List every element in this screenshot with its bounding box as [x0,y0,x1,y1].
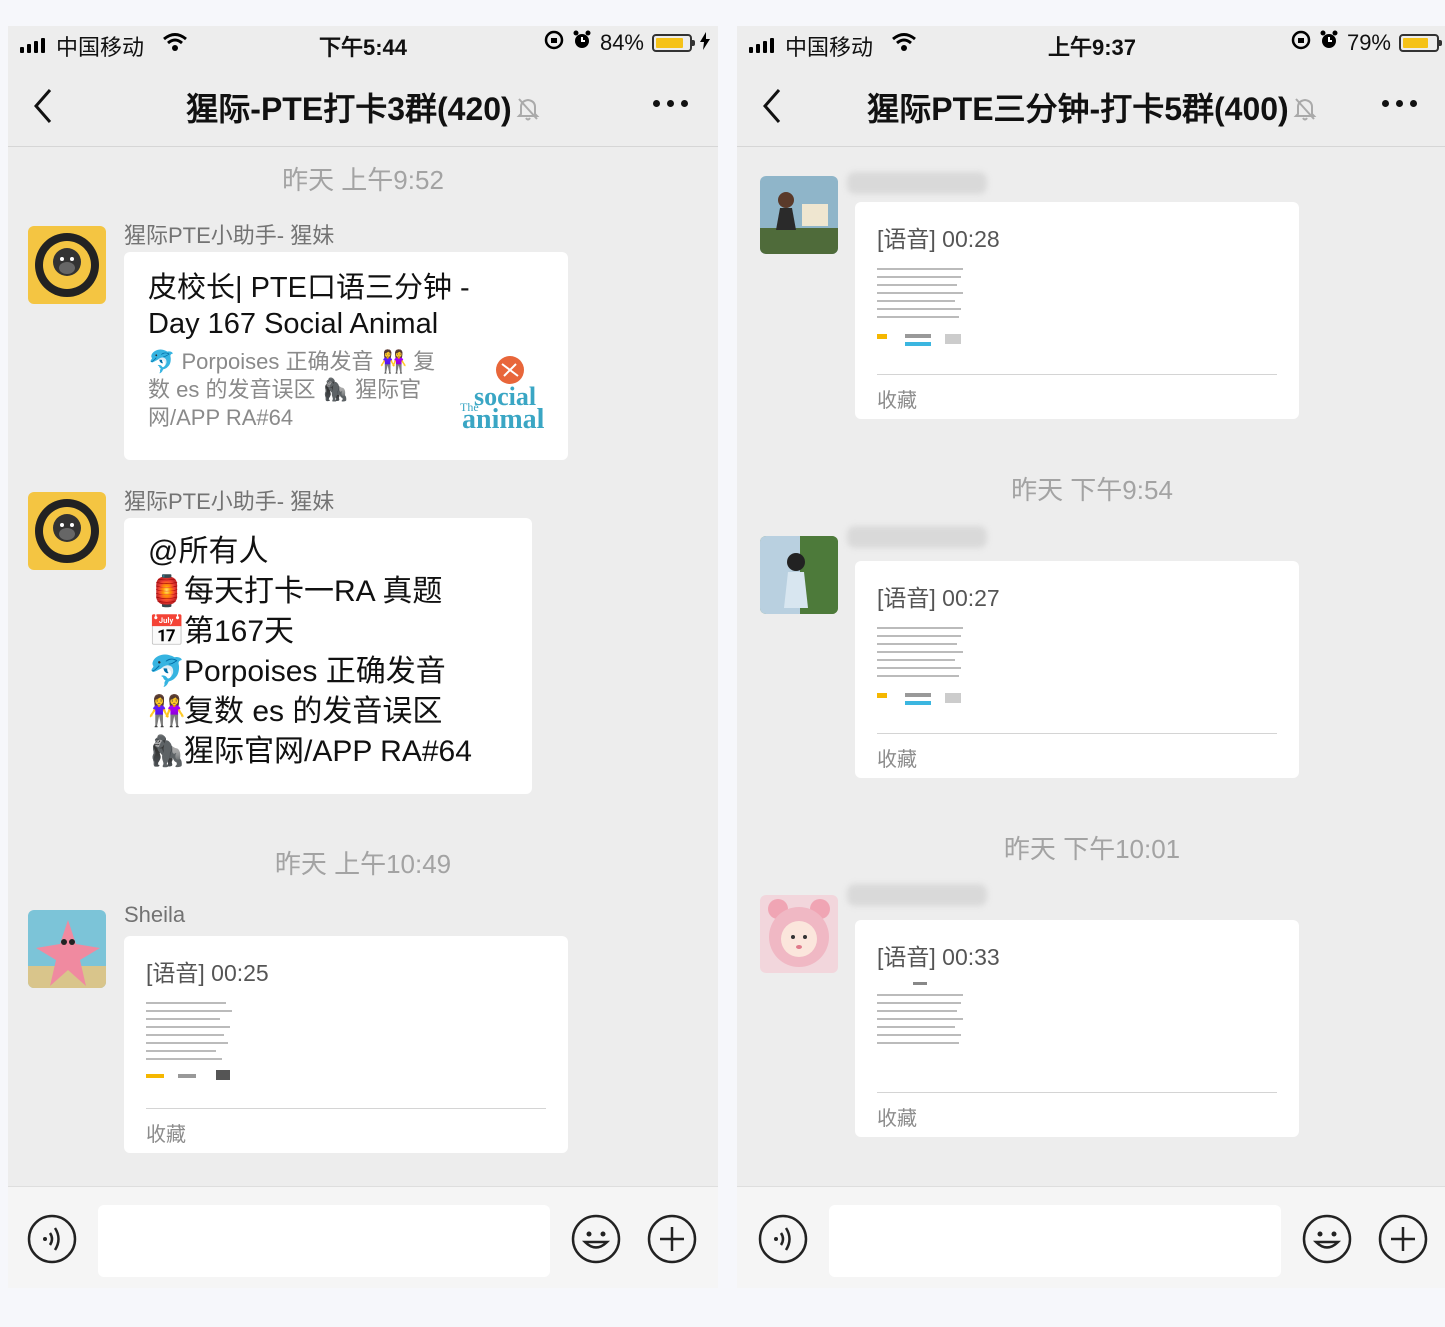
message-line: 📅第167天 [148,612,472,652]
blurred-sender-name [847,526,987,548]
document-preview-icon [877,627,963,705]
voice-card[interactable]: [语音] 00:33 收藏 [855,920,1299,1137]
blurred-sender-name [847,884,987,906]
gorilla-logo-icon [35,233,99,297]
mute-bell-icon [516,93,540,130]
status-bar: 中国移动 上午9:37 79% [737,26,1445,64]
timestamp: 昨天 下午10:01 [1003,834,1181,864]
favorite-label: 收藏 [877,749,917,771]
message-line: 🦍猩际官网/APP RA#64 [148,732,472,772]
battery-percent: 79% [1346,30,1391,55]
avatar[interactable] [28,226,106,304]
link-description: 🐬 Porpoises 正确发音 👭 复数 es 的发音误区 🦍 猩际官网/AP… [148,349,436,430]
avatar[interactable] [760,176,838,254]
mute-bell-icon [1293,93,1317,130]
emoji-icon[interactable] [1301,1213,1353,1270]
timestamp: 昨天 下午9:54 [1011,475,1173,505]
avatar[interactable] [28,492,106,570]
back-icon[interactable] [761,86,783,131]
dolphin-icon: 🐬 [148,655,186,688]
more-icon[interactable] [1382,100,1417,107]
link-title: 皮校长| PTE口语三分钟 - Day 167 Social Animal [148,272,470,340]
gorilla-icon: 🦍 [148,735,186,768]
voice-label: [语音] 00:25 [146,960,269,986]
battery-percent: 84% [599,30,644,55]
calendar-icon: 📅 [148,615,186,648]
voice-card[interactable]: [语音] 00:27 收藏 [855,561,1299,778]
favorite-label: 收藏 [877,1108,917,1130]
favorite-label: 收藏 [877,390,917,412]
message-input[interactable] [829,1205,1281,1277]
message-line: 🐬Porpoises 正确发音 [148,652,472,692]
divider [877,733,1277,734]
input-bar [737,1186,1445,1288]
alarm-icon [572,30,592,56]
pink-hood-avatar-icon [768,899,830,967]
divider [877,1092,1277,1093]
message-line: 🏮每天打卡一RA 真题 [148,572,472,612]
status-bar: 中国移动 下午5:44 84% [8,26,718,64]
blurred-sender-name [847,172,987,194]
lock-rotation-icon [544,30,564,56]
chat-title-wrap: 猩际-PTE打卡3群(420) [68,84,658,130]
text-bubble[interactable]: @所有人 🏮每天打卡一RA 真题 📅第167天 🐬Porpoises 正确发音 … [124,518,532,794]
voice-icon[interactable] [757,1213,809,1270]
chat-screen-right: 中国移动 上午9:37 79% 猩际PTE三分钟-打卡5群(400) [语音] … [737,26,1445,1288]
input-bar [8,1186,718,1288]
voice-label: [语音] 00:28 [877,226,1000,252]
emoji-icon[interactable] [570,1213,622,1270]
chat-title: 猩际-PTE打卡3群(420) [186,91,512,127]
voice-label: [语音] 00:27 [877,585,1000,611]
more-icon[interactable] [653,100,688,107]
sender-name: 猩际PTE小助手- 猩妹 [124,489,335,514]
nav-bar: 猩际-PTE打卡3群(420) [8,70,718,147]
nav-bar: 猩际PTE三分钟-打卡5群(400) [737,70,1445,147]
plus-icon[interactable] [646,1213,698,1270]
voice-card[interactable]: [语音] 00:28 收藏 [855,202,1299,419]
charging-icon [700,30,710,56]
document-preview-icon [877,268,963,346]
voice-card[interactable]: [语音] 00:25 收藏 [124,936,568,1153]
message-line: 👭复数 es 的发音误区 [148,692,472,732]
link-thumbnail: The social animal [460,350,545,435]
battery-icon [1399,34,1442,52]
document-preview-icon [877,982,963,1044]
favorite-label: 收藏 [146,1124,186,1146]
chat-title-wrap: 猩际PTE三分钟-打卡5群(400) [797,84,1387,130]
sender-name: 猩际PTE小助手- 猩妹 [124,223,335,248]
plus-icon[interactable] [1377,1213,1429,1270]
message-input[interactable] [98,1205,550,1277]
avatar[interactable] [28,910,106,988]
voice-icon[interactable] [26,1213,78,1270]
timestamp: 昨天 上午9:52 [282,165,444,195]
starfish-avatar-icon [28,920,106,988]
chat-screen-left: 中国移动 下午5:44 84% 猩际-PTE打卡3群(420) 昨天 上午9:5… [8,26,718,1288]
message-line: @所有人 [148,535,269,568]
alarm-icon [1319,30,1339,56]
avatar[interactable] [760,536,838,614]
battery-icon [652,34,695,52]
couple-icon: 👭 [148,695,186,728]
girl-photo-avatar-icon [760,536,838,614]
timestamp: 昨天 上午10:49 [274,849,452,879]
message-text: @所有人 🏮每天打卡一RA 真题 📅第167天 🐬Porpoises 正确发音 … [148,532,472,772]
lantern-icon: 🏮 [148,575,186,608]
sender-name: Sheila [124,902,186,927]
divider [146,1108,546,1109]
back-icon[interactable] [32,86,54,131]
chat-title: 猩际PTE三分钟-打卡5群(400) [867,91,1289,127]
thumb-line-2: animal [462,404,545,435]
album-cover-avatar-icon [760,192,838,254]
divider [877,374,1277,375]
link-card[interactable]: 皮校长| PTE口语三分钟 - Day 167 Social Animal 🐬 … [124,252,568,460]
voice-label: [语音] 00:33 [877,944,1000,970]
avatar[interactable] [760,895,838,973]
gorilla-logo-icon [35,499,99,563]
document-preview-icon [146,1002,232,1080]
lock-rotation-icon [1291,30,1311,56]
